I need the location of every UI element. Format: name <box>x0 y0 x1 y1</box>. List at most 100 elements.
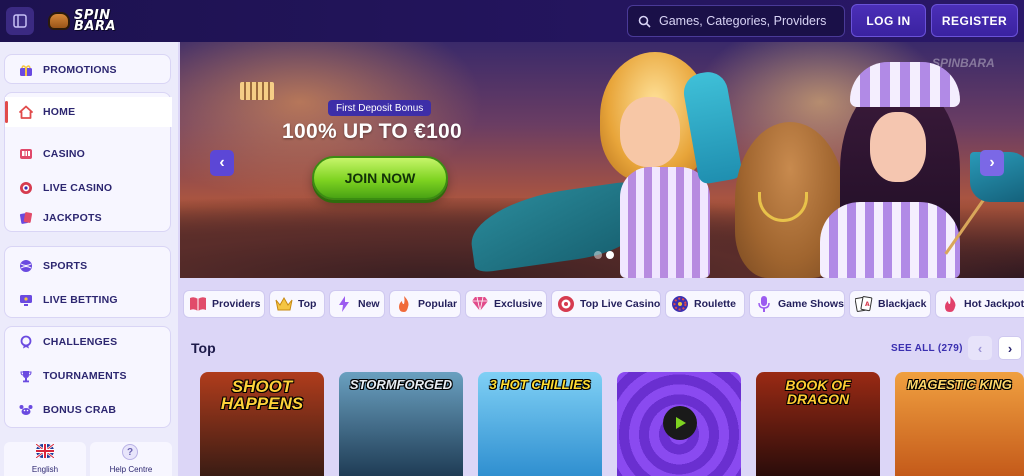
chip-popular[interactable]: Popular <box>389 290 461 318</box>
chip-label: Game Shows <box>778 298 844 310</box>
chevron-right-icon: › <box>989 154 995 171</box>
chevron-left-icon: ‹ <box>977 340 983 356</box>
chip-label: New <box>358 298 380 310</box>
chip-label: Top <box>298 298 317 310</box>
sidebar-group-challenges: CHALLENGES TOURNAMENTS BONUS CRAB <box>4 326 171 428</box>
sidebar-item-live-betting[interactable]: LIVE BETTING <box>5 285 172 315</box>
sidebar-group-sports: SPORTS LIVE BETTING <box>4 246 171 318</box>
search-box[interactable] <box>627 5 845 37</box>
sidebar: PROMOTIONS HOME CASINO LIVE CASINO JACKP… <box>0 42 178 476</box>
sidebar-item-jackpots[interactable]: JACKPOTS <box>5 203 172 233</box>
game-card[interactable]: 3 HOT CHILLIES <box>478 372 602 476</box>
chip-roulette[interactable]: Roulette <box>665 290 745 318</box>
chip-label: Top Live Casino <box>580 298 661 310</box>
chip-hot-jackpots[interactable]: Hot Jackpots <box>935 290 1024 318</box>
sidebar-item-tournaments[interactable]: TOURNAMENTS <box>5 361 172 391</box>
sidebar-item-label: TOURNAMENTS <box>43 370 127 382</box>
banner-dot[interactable] <box>594 251 602 259</box>
game-card[interactable]: BOOK OF DRAGON <box>756 372 880 476</box>
register-button[interactable]: REGISTER <box>931 4 1018 37</box>
hot-icon <box>941 295 959 313</box>
chip-icon <box>557 295 575 313</box>
striped-cap-illustration <box>850 62 960 107</box>
join-now-button[interactable]: JOIN NOW <box>312 156 448 200</box>
game-title: MAGESTIC KING <box>907 377 1012 392</box>
medal-icon <box>19 335 33 349</box>
help-centre-button[interactable]: ? Help Centre <box>90 442 172 476</box>
chip-label: Roulette <box>694 298 736 310</box>
sidebar-item-promotions[interactable]: PROMOTIONS <box>5 55 172 85</box>
chip-new[interactable]: New <box>329 290 385 318</box>
sidebar-item-casino[interactable]: CASINO <box>5 139 172 169</box>
banner-next-button[interactable]: › <box>980 150 1004 176</box>
blonde-character-face <box>620 97 680 167</box>
game-title: 3 HOT CHILLIES <box>489 377 591 392</box>
capybara-logo-icon <box>48 12 70 30</box>
trophy-icon <box>19 369 33 383</box>
chip-label: Popular <box>418 298 458 310</box>
play-icon <box>676 417 686 429</box>
sidebar-group-promotions: PROMOTIONS <box>4 54 171 84</box>
game-card[interactable]: MAGESTIC KING <box>895 372 1024 476</box>
banner-dot-active[interactable] <box>606 251 614 259</box>
carousel-next-button[interactable]: › <box>998 336 1022 360</box>
chip-icon <box>19 181 33 195</box>
sidebar-item-label: CHALLENGES <box>43 336 118 348</box>
search-input[interactable] <box>659 14 839 28</box>
monitor-icon <box>19 293 33 307</box>
category-chips-bar: Providers Top New Popular Exclusive Top … <box>183 290 1024 318</box>
cards-icon <box>19 211 33 225</box>
sidebar-item-challenges[interactable]: CHALLENGES <box>5 327 172 357</box>
sidebar-item-label: PROMOTIONS <box>43 64 117 76</box>
chip-blackjack[interactable]: A Blackjack <box>849 290 931 318</box>
sidebar-toggle-button[interactable] <box>6 7 34 35</box>
first-deposit-badge: First Deposit Bonus <box>328 100 432 116</box>
chip-providers[interactable]: Providers <box>183 290 265 318</box>
book-icon <box>189 295 207 313</box>
dark-hair-character-face <box>870 112 926 182</box>
chip-game-shows[interactable]: Game Shows <box>749 290 845 318</box>
see-all-link[interactable]: SEE ALL (279) <box>891 343 963 354</box>
game-card[interactable] <box>617 372 741 476</box>
chip-top-live-casino[interactable]: Top Live Casino <box>551 290 661 318</box>
blonde-character-body <box>620 167 710 278</box>
sidebar-item-label: CASINO <box>43 148 86 160</box>
gift-icon <box>19 63 33 77</box>
sidebar-item-label: JACKPOTS <box>43 212 102 224</box>
play-button[interactable] <box>663 406 697 440</box>
login-button[interactable]: LOG IN <box>851 4 926 37</box>
game-card[interactable]: SHOOT HAPPENS <box>200 372 324 476</box>
chip-label: Blackjack <box>878 298 927 310</box>
sidebar-item-live-casino[interactable]: LIVE CASINO <box>5 173 172 203</box>
slot-machine-icon <box>19 147 33 161</box>
game-card[interactable]: STORMFORGED <box>339 372 463 476</box>
chip-top[interactable]: Top <box>269 290 325 318</box>
search-icon <box>638 15 651 28</box>
dark-hair-character-body <box>820 202 960 278</box>
ball-icon <box>19 259 33 273</box>
sidebar-item-label: HOME <box>43 106 76 118</box>
carousel-prev-button[interactable]: ‹ <box>968 336 992 360</box>
chip-label: Hot Jackpots <box>964 298 1024 310</box>
sidebar-item-home[interactable]: HOME <box>5 97 172 127</box>
help-icon: ? <box>122 444 138 460</box>
chip-exclusive[interactable]: Exclusive <box>465 290 547 318</box>
chevron-right-icon: › <box>1007 340 1013 356</box>
flame-icon <box>395 295 413 313</box>
promo-banner[interactable]: SPINBARA First Deposit Bonus 100% UP TO … <box>180 42 1024 278</box>
sidebar-item-sports[interactable]: SPORTS <box>5 251 172 281</box>
crab-icon <box>19 403 33 417</box>
game-title: STORMFORGED <box>349 377 453 392</box>
sidebar-group-casino: HOME CASINO LIVE CASINO JACKPOTS <box>4 92 172 233</box>
banner-prev-button[interactable]: ‹ <box>210 150 234 176</box>
roulette-icon <box>671 295 689 313</box>
sidebar-item-label: SPORTS <box>43 260 88 272</box>
sidebar-item-label: LIVE BETTING <box>43 294 118 306</box>
sidebar-item-bonus-crab[interactable]: BONUS CRAB <box>5 395 172 425</box>
spinbara-logo[interactable]: SPIN BARA <box>48 9 116 33</box>
home-icon <box>19 105 33 119</box>
top-bar: SPIN BARA LOG IN REGISTER <box>0 0 1024 42</box>
sidebar-item-label: LIVE CASINO <box>43 182 113 194</box>
chevron-left-icon: ‹ <box>219 154 225 171</box>
language-selector[interactable]: English <box>4 442 86 476</box>
